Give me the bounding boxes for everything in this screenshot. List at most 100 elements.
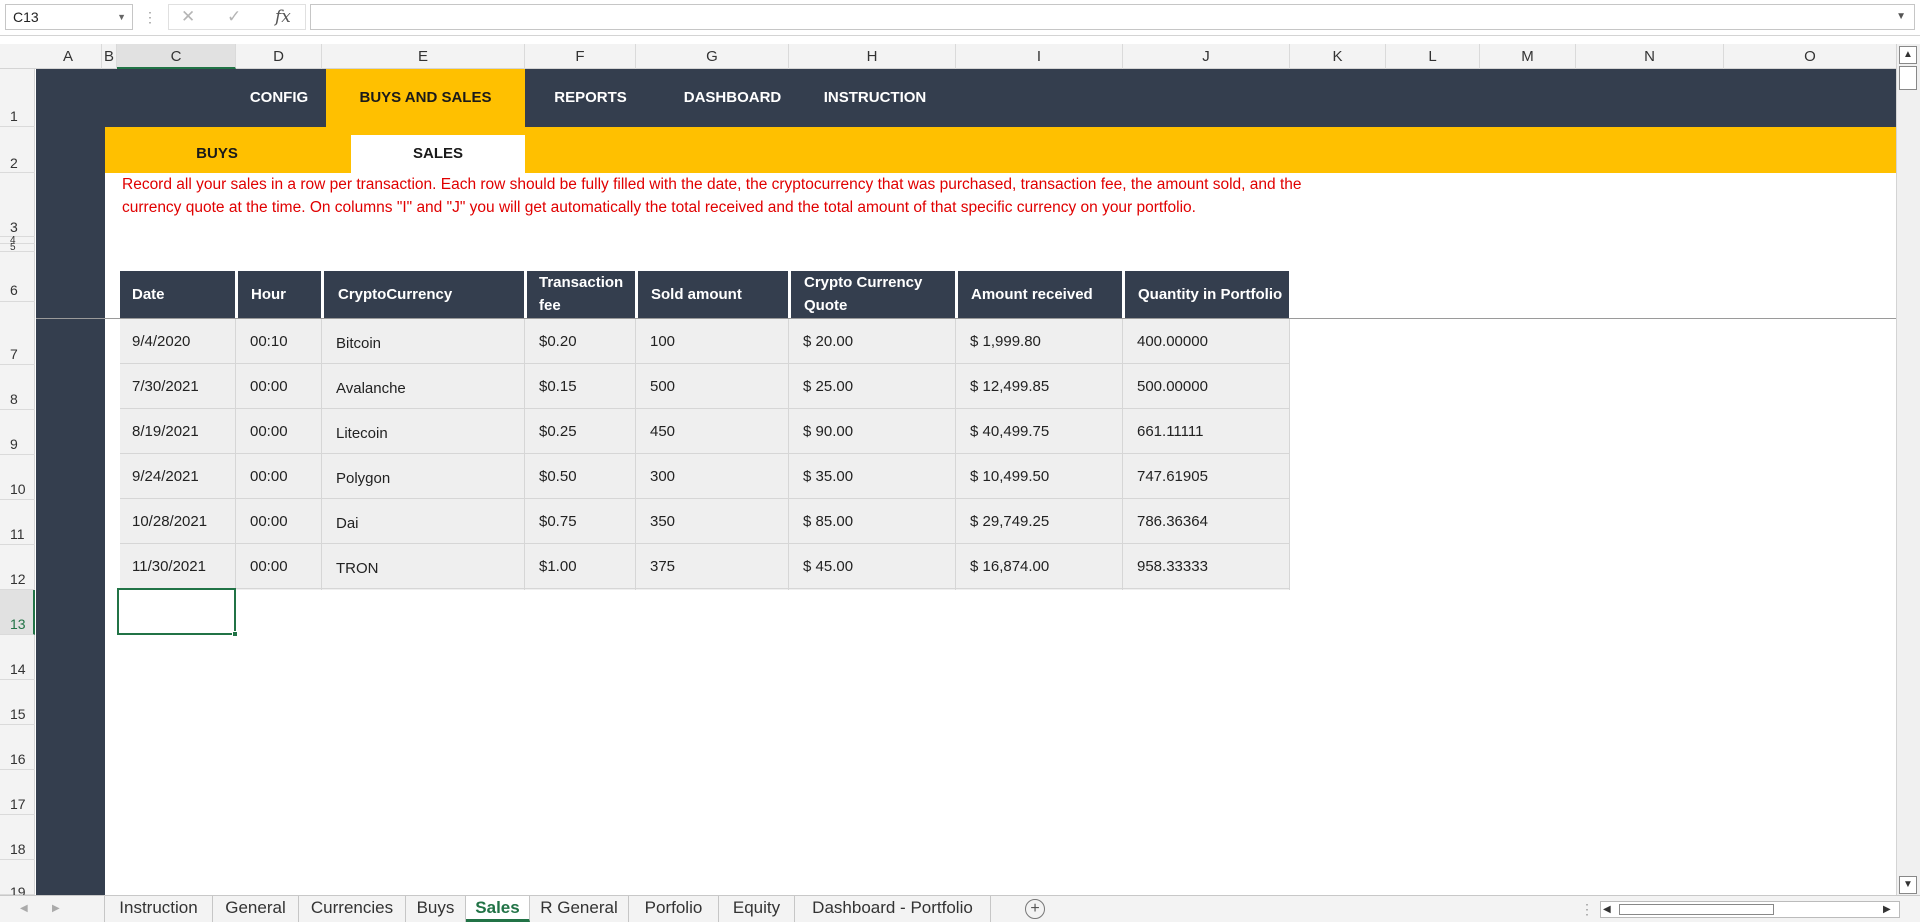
chevron-down-icon[interactable]: ▼: [117, 5, 126, 29]
cell-crypto[interactable]: TRON: [336, 546, 516, 591]
row-header-14[interactable]: 14: [0, 635, 35, 680]
cell-quote[interactable]: $ 85.00: [803, 499, 953, 544]
expand-formula-icon[interactable]: ▼: [1896, 5, 1906, 29]
cell-date[interactable]: 9/4/2020: [132, 319, 232, 364]
scroll-left-icon[interactable]: ◀: [1603, 902, 1615, 917]
header-crypto-quote[interactable]: Crypto Currency Quote: [791, 271, 955, 318]
column-header-k[interactable]: K: [1290, 44, 1386, 69]
scroll-thumb[interactable]: [1899, 66, 1917, 90]
cell-quantity[interactable]: 958.33333: [1137, 544, 1287, 589]
row-header-10[interactable]: 10: [0, 455, 35, 500]
name-box[interactable]: C13 ▼: [5, 4, 133, 30]
sheet-tab-dashboard-portfolio[interactable]: Dashboard - Portfolio: [795, 896, 991, 922]
cell-received[interactable]: $ 16,874.00: [970, 544, 1120, 589]
header-date[interactable]: Date: [120, 271, 235, 318]
row-header-13[interactable]: 13: [0, 590, 35, 635]
sheet-tab-sales[interactable]: Sales: [466, 896, 530, 922]
cell-sold[interactable]: 100: [650, 319, 780, 364]
fill-handle[interactable]: [232, 631, 238, 637]
cell-sold[interactable]: 350: [650, 499, 780, 544]
cell-fee[interactable]: $0.25: [539, 409, 629, 454]
cell-quote[interactable]: $ 45.00: [803, 544, 953, 589]
sheet-tab-instruction[interactable]: Instruction: [104, 896, 213, 922]
cell-quantity[interactable]: 661.11111: [1137, 409, 1287, 454]
row-header-1[interactable]: 1: [0, 69, 35, 127]
nav-buys-and-sales[interactable]: BUYS AND SALES: [326, 69, 525, 127]
more-options-icon[interactable]: ⋮: [143, 4, 157, 30]
cell-crypto[interactable]: Polygon: [336, 456, 516, 501]
cell-quote[interactable]: $ 35.00: [803, 454, 953, 499]
cell-crypto[interactable]: Litecoin: [336, 411, 516, 456]
cell-date[interactable]: 7/30/2021: [132, 364, 232, 409]
row-header-11[interactable]: 11: [0, 500, 35, 545]
header-amount-received[interactable]: Amount received: [958, 271, 1122, 318]
row-header-6[interactable]: 6: [0, 252, 35, 302]
header-quantity-in-portfolio[interactable]: Quantity in Portfolio: [1125, 271, 1289, 318]
cell-received[interactable]: $ 1,999.80: [970, 319, 1120, 364]
cell-hour[interactable]: 00:00: [250, 364, 320, 409]
column-header-o[interactable]: O: [1724, 44, 1896, 69]
row-header-5[interactable]: 5: [0, 243, 35, 253]
header-cryptocurrency[interactable]: CryptoCurrency: [324, 271, 524, 318]
cell-date[interactable]: 9/24/2021: [132, 454, 232, 499]
cell-fee[interactable]: $1.00: [539, 544, 629, 589]
cell-fee[interactable]: $0.75: [539, 499, 629, 544]
nav-instruction[interactable]: INSTRUCTION: [800, 69, 950, 127]
row-header-8[interactable]: 8: [0, 365, 35, 410]
row-header-15[interactable]: 15: [0, 680, 35, 725]
nav-reports[interactable]: REPORTS: [535, 69, 646, 127]
sheet-tab-r-general[interactable]: R General: [530, 896, 629, 922]
column-header-n[interactable]: N: [1576, 44, 1724, 69]
cell-hour[interactable]: 00:00: [250, 409, 320, 454]
header-transaction-fee[interactable]: Transaction fee: [527, 271, 635, 318]
scroll-down-icon[interactable]: ▼: [1899, 876, 1917, 894]
add-sheet-icon[interactable]: +: [1025, 899, 1045, 919]
sheet-tab-porfolio[interactable]: Porfolio: [629, 896, 719, 922]
row-header-2[interactable]: 2: [0, 127, 35, 173]
row-header-3[interactable]: 3: [0, 173, 35, 237]
cell-hour[interactable]: 00:10: [250, 319, 320, 364]
subnav-sales[interactable]: SALES: [351, 135, 525, 173]
column-header-e[interactable]: E: [322, 44, 525, 69]
column-header-f[interactable]: F: [525, 44, 636, 69]
cell-quote[interactable]: $ 20.00: [803, 319, 953, 364]
horizontal-scroll-thumb[interactable]: [1619, 904, 1774, 915]
nav-config[interactable]: CONFIG: [236, 69, 322, 127]
cell-fee[interactable]: $0.50: [539, 454, 629, 499]
scroll-right-icon[interactable]: ▶: [1883, 902, 1895, 917]
cell-received[interactable]: $ 29,749.25: [970, 499, 1120, 544]
cell-quantity[interactable]: 500.00000: [1137, 364, 1287, 409]
cell-received[interactable]: $ 40,499.75: [970, 409, 1120, 454]
column-header-h[interactable]: H: [789, 44, 956, 69]
subnav-buys[interactable]: BUYS: [117, 135, 317, 173]
selected-cell-c13[interactable]: [117, 588, 238, 637]
row-header-12[interactable]: 12: [0, 545, 35, 590]
tab-scroll-left-icon[interactable]: ◀: [20, 896, 34, 922]
sheet-tab-buys[interactable]: Buys: [406, 896, 466, 922]
formula-input[interactable]: ▼: [310, 4, 1915, 30]
vertical-scrollbar[interactable]: ▲ ▼: [1896, 44, 1920, 895]
sheet-tab-equity[interactable]: Equity: [719, 896, 795, 922]
column-header-d[interactable]: D: [236, 44, 322, 69]
cell-hour[interactable]: 00:00: [250, 544, 320, 589]
row-header-18[interactable]: 18: [0, 815, 35, 860]
cell-crypto[interactable]: Bitcoin: [336, 321, 516, 366]
cell-quantity[interactable]: 786.36364: [1137, 499, 1287, 544]
header-sold-amount[interactable]: Sold amount: [638, 271, 788, 318]
cell-date[interactable]: 10/28/2021: [132, 499, 232, 544]
cell-quote[interactable]: $ 25.00: [803, 364, 953, 409]
row-header-19[interactable]: 19: [0, 860, 35, 900]
cancel-icon[interactable]: ✕: [181, 5, 195, 29]
cell-sold[interactable]: 450: [650, 409, 780, 454]
cell-hour[interactable]: 00:00: [250, 499, 320, 544]
function-icon[interactable]: fx: [275, 5, 291, 29]
cell-sold[interactable]: 300: [650, 454, 780, 499]
column-header-b[interactable]: B: [102, 44, 117, 69]
row-header-17[interactable]: 17: [0, 770, 35, 815]
column-header-l[interactable]: L: [1386, 44, 1480, 69]
header-hour[interactable]: Hour: [238, 271, 321, 318]
cell-fee[interactable]: $0.15: [539, 364, 629, 409]
nav-dashboard[interactable]: DASHBOARD: [656, 69, 809, 127]
cell-fee[interactable]: $0.20: [539, 319, 629, 364]
cell-hour[interactable]: 00:00: [250, 454, 320, 499]
